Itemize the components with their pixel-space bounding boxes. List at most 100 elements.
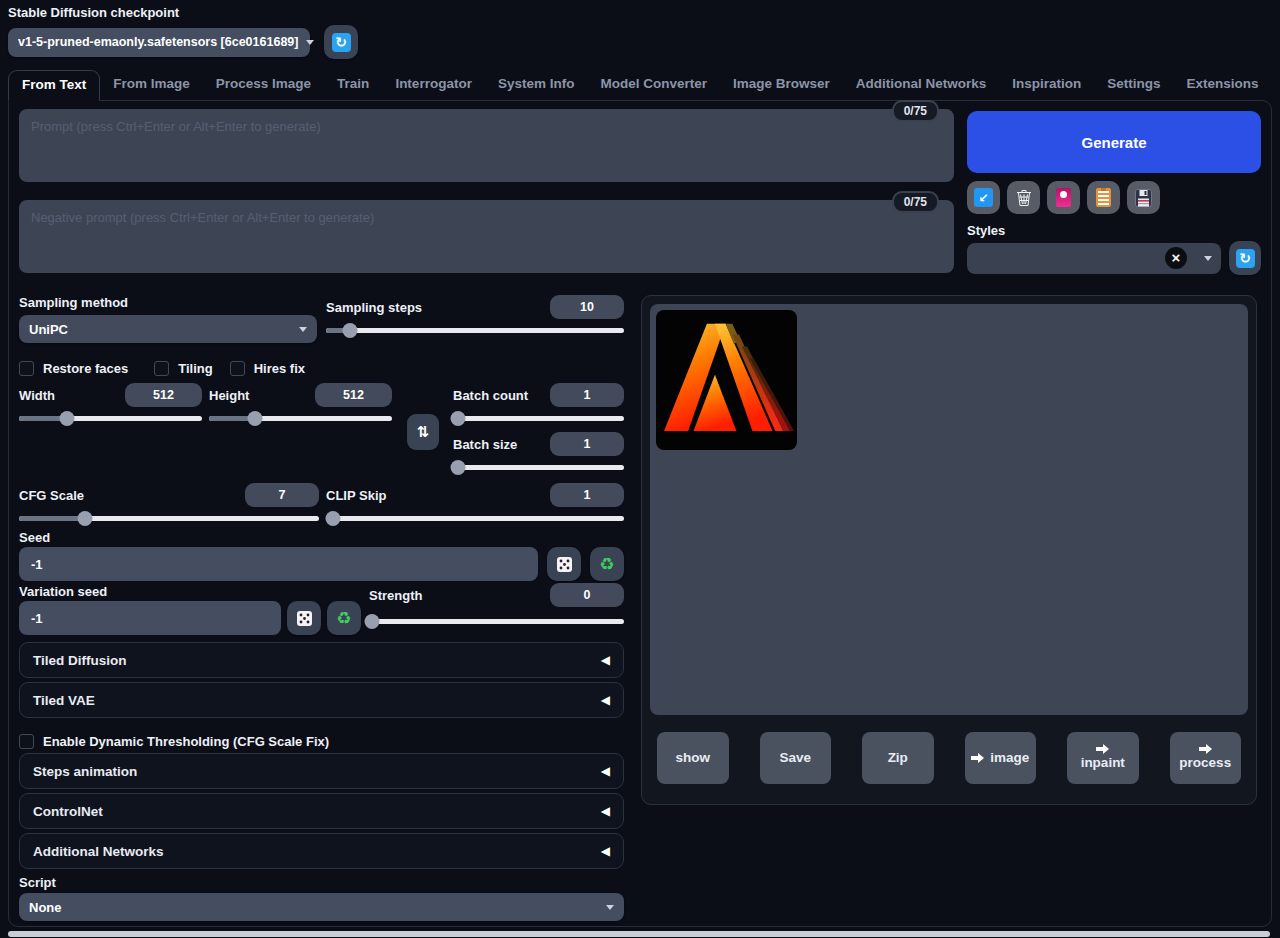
- reuse-variation-seed-button[interactable]: ♻: [327, 601, 361, 635]
- arrow-right-icon: [1199, 744, 1212, 754]
- tab-from-text[interactable]: From Text: [8, 70, 100, 101]
- sampling-steps-slider[interactable]: [326, 323, 624, 338]
- strength-slider[interactable]: [369, 614, 624, 629]
- recycle-icon: ♻: [599, 556, 614, 573]
- checkbox-box: [230, 361, 245, 376]
- tab-additional-networks[interactable]: Additional Networks: [843, 70, 1000, 100]
- script-value: None: [29, 900, 62, 915]
- checkbox-tiling[interactable]: Tiling: [154, 361, 212, 376]
- cfg-scale-input[interactable]: 7: [245, 483, 319, 507]
- checkbox-dynamic-thresholding[interactable]: Enable Dynamic Thresholding (CFG Scale F…: [19, 734, 329, 749]
- batch-count-label: Batch count: [453, 388, 528, 403]
- clear-prompt-button[interactable]: [1007, 181, 1040, 214]
- batch-size-slider[interactable]: [453, 460, 624, 475]
- checkbox-box: [19, 734, 34, 749]
- clip-skip-slider[interactable]: [326, 511, 624, 526]
- arrow-right-icon: [1096, 744, 1109, 754]
- seed-input[interactable]: -1: [19, 547, 538, 581]
- sampling-steps-input[interactable]: 10: [550, 295, 624, 319]
- refresh-icon: ↻: [1236, 249, 1255, 268]
- cfg-scale-slider[interactable]: [19, 511, 319, 526]
- floppy-disk-icon: [1135, 189, 1152, 207]
- send-to-image-button[interactable]: image: [965, 732, 1037, 784]
- apply-styles-button[interactable]: [1087, 181, 1120, 214]
- refresh-checkpoint-button[interactable]: ↻: [324, 25, 358, 59]
- tab-train[interactable]: Train: [324, 70, 382, 100]
- negative-prompt-input[interactable]: [19, 200, 954, 273]
- width-input[interactable]: 512: [125, 383, 202, 407]
- style-card-icon: [1056, 188, 1071, 207]
- tab-extensions[interactable]: Extensions: [1174, 70, 1272, 100]
- accordion-tiled-vae[interactable]: Tiled VAE◀: [19, 682, 624, 718]
- clip-skip-label: CLIP Skip: [326, 488, 386, 503]
- checkbox-hires-fix[interactable]: Hires fix: [230, 361, 305, 376]
- prompt-input[interactable]: [19, 109, 954, 182]
- tab-bar: From Text From Image Process Image Train…: [8, 70, 1272, 100]
- send-to-process-button[interactable]: process: [1170, 732, 1242, 784]
- batch-size-input[interactable]: 1: [550, 432, 624, 456]
- accordion-tiled-diffusion[interactable]: Tiled Diffusion◀: [19, 642, 624, 678]
- sampling-method-value: UniPC: [29, 322, 68, 337]
- refresh-styles-button[interactable]: ↻: [1229, 241, 1261, 275]
- paste-button[interactable]: ↙: [967, 181, 1000, 214]
- horizontal-scrollbar[interactable]: [8, 931, 1270, 937]
- accordion-additional-networks[interactable]: Additional Networks◀: [19, 833, 624, 869]
- accordion-steps-animation[interactable]: Steps animation◀: [19, 753, 624, 789]
- prompt-token-counter: 0/75: [892, 100, 939, 122]
- clear-styles-icon[interactable]: ×: [1165, 247, 1187, 269]
- send-to-inpaint-button[interactable]: inpaint: [1067, 732, 1139, 784]
- checkbox-box: [154, 361, 169, 376]
- arrow-right-icon: [971, 753, 984, 763]
- height-slider[interactable]: [209, 411, 392, 426]
- sampling-method-select[interactable]: UniPC: [19, 315, 317, 343]
- tab-inspiration[interactable]: Inspiration: [999, 70, 1094, 100]
- output-panel: show Save Zip image inpaint: [641, 295, 1257, 805]
- collapse-arrow-icon: ◀: [601, 844, 610, 858]
- variation-seed-input[interactable]: -1: [19, 601, 281, 635]
- a-logo-image: [660, 313, 794, 447]
- script-label: Script: [19, 875, 624, 890]
- app: Stable Diffusion checkpoint v1-5-pruned-…: [0, 0, 1280, 927]
- accordion-controlnet[interactable]: ControlNet◀: [19, 793, 624, 829]
- tab-image-browser[interactable]: Image Browser: [720, 70, 843, 100]
- batch-count-input[interactable]: 1: [550, 383, 624, 407]
- save-style-button[interactable]: [1127, 181, 1160, 214]
- swap-dimensions-button[interactable]: ⇅: [407, 414, 439, 450]
- seed-label: Seed: [19, 530, 624, 545]
- strength-input[interactable]: 0: [550, 583, 624, 607]
- collapse-arrow-icon: ◀: [601, 653, 610, 667]
- random-variation-seed-button[interactable]: [287, 601, 321, 635]
- script-select[interactable]: None: [19, 893, 624, 921]
- reuse-seed-button[interactable]: ♻: [590, 547, 624, 581]
- random-seed-button[interactable]: [547, 547, 581, 581]
- batch-count-slider[interactable]: [453, 411, 624, 426]
- refresh-icon: ↻: [332, 33, 351, 52]
- clip-skip-input[interactable]: 1: [550, 483, 624, 507]
- tab-settings[interactable]: Settings: [1094, 70, 1173, 100]
- tab-interrogator[interactable]: Interrogator: [382, 70, 485, 100]
- swap-icon: ⇅: [417, 423, 430, 441]
- height-input[interactable]: 512: [315, 383, 392, 407]
- tab-from-image[interactable]: From Image: [100, 70, 203, 100]
- clipboard-icon: [1096, 188, 1111, 207]
- tab-model-converter[interactable]: Model Converter: [587, 70, 720, 100]
- show-button[interactable]: show: [657, 732, 729, 784]
- extra-networks-button[interactable]: [1047, 181, 1080, 214]
- dice-icon: [556, 556, 573, 573]
- save-button[interactable]: Save: [760, 732, 832, 784]
- checkbox-restore-faces[interactable]: Restore faces: [19, 361, 128, 376]
- tab-system-info[interactable]: System Info: [485, 70, 588, 100]
- zip-button[interactable]: Zip: [862, 732, 934, 784]
- chevron-down-icon: [306, 40, 314, 45]
- width-slider[interactable]: [19, 411, 202, 426]
- checkpoint-select[interactable]: v1-5-pruned-emaonly.safetensors [6ce0161…: [8, 28, 310, 57]
- generate-button[interactable]: Generate: [967, 111, 1261, 173]
- chevron-down-icon: [299, 327, 307, 332]
- tab-process-image[interactable]: Process Image: [203, 70, 324, 100]
- trash-icon: [1015, 188, 1033, 207]
- generated-thumbnail[interactable]: [656, 310, 797, 450]
- output-gallery: [650, 304, 1248, 715]
- recycle-icon: ♻: [336, 610, 351, 627]
- cfg-scale-label: CFG Scale: [19, 488, 84, 503]
- styles-select[interactable]: ×: [967, 243, 1221, 274]
